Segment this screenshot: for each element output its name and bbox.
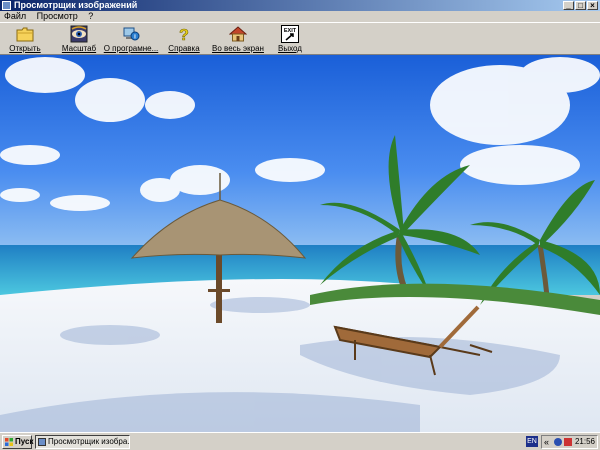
folder-icon [16,25,34,43]
maximize-button[interactable]: □ [575,1,586,10]
zoom-label: Масштаб [61,44,97,53]
close-button[interactable]: × [587,1,598,10]
taskbar: Пуск Просмотрщик изобра... EN « 21:56 [0,432,600,450]
beach-photo [0,55,600,432]
svg-text:?: ? [179,27,189,43]
exit-badge-text: EXIT [284,28,297,34]
clock: 21:56 [574,437,595,446]
fullscreen-label: Во весь экран [212,44,264,53]
about-label: О програмне... [103,44,159,53]
eye-icon [70,25,88,43]
minimize-button[interactable]: _ [563,1,574,10]
zoom-button[interactable]: Масштаб [60,25,98,54]
toolbar: Открыть Масштаб i О програмне... ? Справ… [0,22,600,55]
start-label: Пуск [15,437,34,446]
open-label: Открыть [9,44,41,53]
help-label: Справка [168,44,200,53]
windows-logo-icon [5,438,13,446]
help-icon: ? [175,25,193,45]
task-label: Просмотрщик изобра... [48,437,130,446]
exit-button[interactable]: EXIT Выход [274,25,306,54]
info-icon: i [122,25,140,43]
tray-expand-button[interactable]: « [544,436,549,448]
menu-bar: Файл Просмотр ? [0,11,600,22]
system-tray: « 21:56 [541,435,598,449]
exit-label: Выход [278,44,302,53]
app-task-icon [38,438,46,446]
fullscreen-button[interactable]: Во весь экран [212,25,264,54]
home-icon [228,25,248,43]
menu-view[interactable]: Просмотр [33,11,82,22]
bluetooth-icon[interactable] [554,438,562,446]
taskbar-app-button[interactable]: Просмотрщик изобра... [35,435,130,449]
menu-file[interactable]: Файл [0,11,30,22]
window-title: Просмотрщик изображений [14,0,138,10]
start-button[interactable]: Пуск [2,435,34,449]
language-indicator[interactable]: EN [526,436,538,447]
about-button[interactable]: i О програмне... [104,25,158,54]
window-controls: _ □ × [563,0,598,10]
tray-app-icon[interactable] [564,438,572,446]
image-viewer [0,55,600,432]
title-bar: Просмотрщик изображений _ □ × [0,0,600,11]
help-button[interactable]: ? Справка [164,25,204,54]
menu-help[interactable]: ? [84,11,97,22]
app-icon [2,1,11,10]
exit-icon: EXIT [281,25,299,43]
open-button[interactable]: Открыть [2,25,48,54]
